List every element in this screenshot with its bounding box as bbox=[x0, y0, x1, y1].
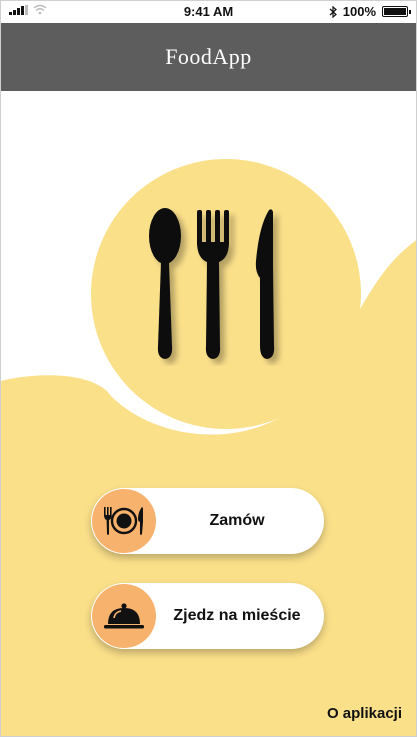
battery-percent: 100% bbox=[342, 4, 376, 19]
status-bar: 9:41 AM 100% bbox=[1, 1, 416, 23]
status-right: 100% bbox=[329, 4, 411, 19]
eat-out-icon-badge bbox=[92, 584, 156, 648]
cloche-icon bbox=[104, 603, 144, 629]
bluetooth-icon bbox=[329, 5, 337, 18]
plate-cutlery-icon bbox=[104, 507, 143, 535]
battery-icon bbox=[382, 6, 411, 17]
eat-out-button[interactable]: Zjedz na mieście bbox=[91, 583, 324, 649]
eat-out-button-label: Zjedz na mieście bbox=[173, 607, 301, 624]
app-title: FoodApp bbox=[165, 44, 252, 69]
order-button-label: Zamów bbox=[209, 512, 265, 529]
app-header: FoodApp bbox=[1, 23, 416, 91]
about-link[interactable]: O aplikacji bbox=[327, 705, 402, 722]
order-button[interactable]: Zamów bbox=[91, 488, 324, 554]
cutlery-icon bbox=[149, 208, 275, 359]
order-icon-badge bbox=[92, 489, 156, 553]
phone-screen: 9:41 AM 100% FoodApp Zamów Zjedz na mieś… bbox=[0, 0, 417, 737]
